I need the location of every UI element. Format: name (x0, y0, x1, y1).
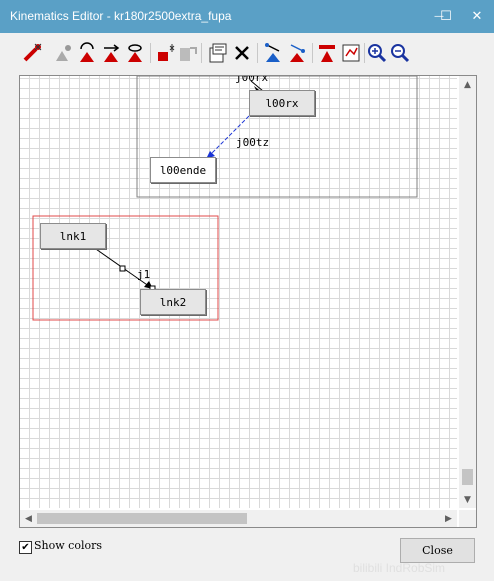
link-node-lnk1[interactable]: lnk1 (40, 223, 106, 249)
link-add-icon[interactable] (22, 42, 44, 64)
watermark: bilibili IndRobSim (353, 561, 446, 575)
toolbar (0, 33, 494, 73)
joint-link-red-icon[interactable] (286, 42, 308, 64)
maximize-icon: ☐ (440, 9, 452, 24)
joint-link-icon[interactable] (262, 42, 284, 64)
link-node-l00ende[interactable]: l00ende (150, 157, 216, 183)
delete-icon[interactable] (231, 42, 253, 64)
title-bar: Kinematics Editor - kr180r2500extra_fupa… (0, 0, 494, 33)
scroll-down-icon[interactable]: ▼ (459, 491, 476, 508)
horizontal-scroll-thumb[interactable] (37, 513, 247, 524)
toolbar-separator (312, 43, 313, 63)
show-colors-checkbox[interactable]: ✔ (19, 541, 32, 554)
link-node-l00rx[interactable]: l00rx (249, 90, 315, 116)
scroll-left-icon[interactable]: ◀ (20, 510, 37, 527)
toolbar-separator (364, 43, 365, 63)
edge-handle[interactable] (119, 265, 126, 272)
link-node-lnk2[interactable]: lnk2 (140, 289, 206, 315)
scroll-right-icon[interactable]: ▶ (440, 510, 457, 527)
toolbar-separator (201, 43, 202, 63)
vertical-scroll-thumb[interactable] (462, 469, 473, 485)
scroll-up-icon[interactable]: ▲ (459, 76, 476, 93)
close-button[interactable]: Close (400, 538, 475, 563)
maximize-button[interactable]: ☐ (431, 0, 461, 33)
show-colors-label[interactable]: Show colors (34, 539, 102, 552)
joint-label-j00rx: j00rx (235, 75, 269, 84)
robot-spherical-icon[interactable] (124, 42, 146, 64)
joint-add-icon[interactable] (52, 42, 74, 64)
joint-label-j00tz: j00tz (236, 136, 270, 149)
diagram-canvas[interactable]: j00rx l00rx j00tz l00ende lnk1 j1 lnk2 ▲… (19, 75, 477, 528)
window-title: Kinematics Editor - kr180r2500extra_fupa (10, 9, 232, 23)
joint-label-j1: j1 (137, 268, 151, 281)
layout-icon[interactable] (340, 42, 362, 64)
link-disabled-icon[interactable] (177, 42, 199, 64)
properties-icon[interactable] (207, 42, 229, 64)
scrollbar-corner (459, 510, 476, 527)
toolbar-separator (150, 43, 151, 63)
close-window-button[interactable]: ✕ (462, 0, 492, 33)
link-explode-icon[interactable] (155, 42, 177, 64)
robot-rotate-icon[interactable] (76, 42, 98, 64)
close-icon: ✕ (471, 9, 483, 24)
zoom-out-icon[interactable] (389, 42, 411, 64)
robot-translate-icon[interactable] (100, 42, 122, 64)
vertical-scrollbar[interactable]: ▲ ▼ (459, 76, 476, 508)
toolbar-separator (257, 43, 258, 63)
robot-base-icon[interactable] (316, 42, 338, 64)
zoom-in-icon[interactable] (366, 42, 388, 64)
horizontal-scrollbar[interactable]: ◀ ▶ (20, 510, 457, 527)
